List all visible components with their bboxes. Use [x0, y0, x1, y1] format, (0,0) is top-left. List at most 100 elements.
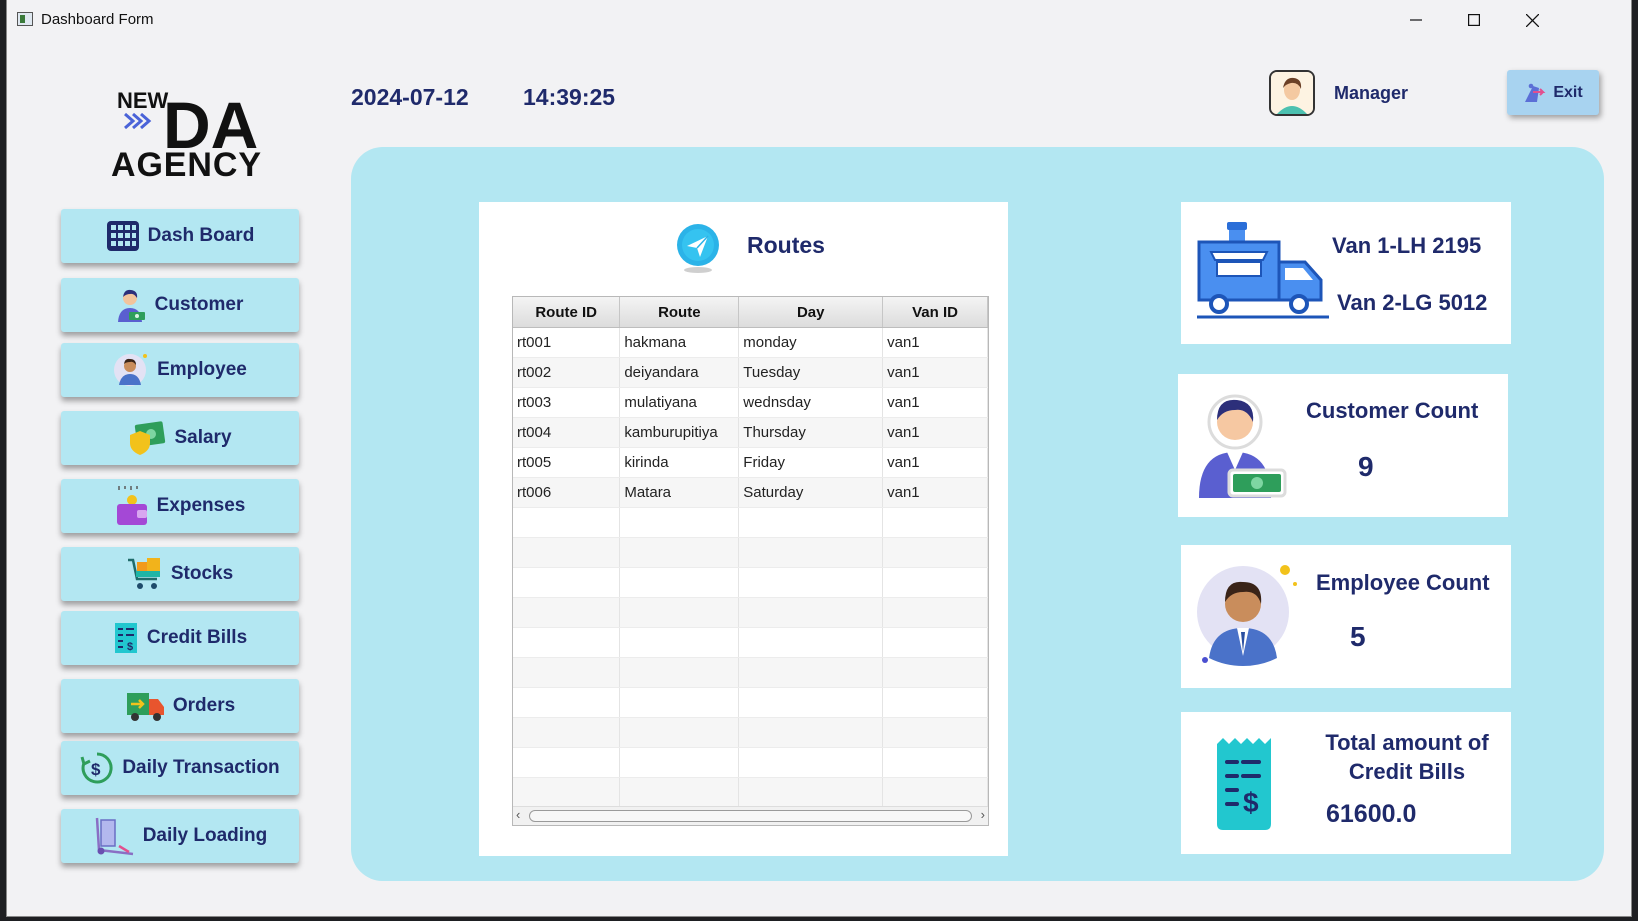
scroll-right-icon[interactable]: › [981, 807, 985, 822]
table-cell: rt004 [513, 417, 621, 448]
van-2-label: Van 2-LG 5012 [1337, 290, 1488, 315]
nav-label: Customer [154, 294, 244, 315]
empty-row [513, 537, 988, 568]
table-cell: hakmana [619, 327, 740, 358]
empty-row [513, 597, 988, 628]
nav-daily-loading-button[interactable]: Daily Loading [61, 809, 299, 863]
employee-count-icon [1195, 560, 1301, 675]
cart-icon [127, 558, 160, 589]
scroll-left-icon[interactable]: ‹ [516, 807, 520, 822]
table-row[interactable]: rt004 kamburupitiya Thursday van1 [513, 417, 988, 448]
salary-icon [130, 421, 166, 455]
logo-agency-text: AGENCY [111, 146, 261, 180]
column-header[interactable]: Day [738, 297, 884, 328]
table-row[interactable]: rt001 hakmana monday van1 [513, 327, 988, 358]
employee-icon [114, 354, 148, 386]
table-cell: Matara [619, 477, 740, 508]
nav-daily-transaction-button[interactable]: $ Daily Transaction [61, 741, 299, 795]
wallet-icon [116, 486, 147, 525]
logo-new-text: NEW [117, 88, 169, 113]
nav-dashboard-button[interactable]: Dash Board [61, 209, 299, 263]
customer-count-label: Customer Count [1306, 398, 1479, 423]
routes-table: Route ID Route Day Van ID rt001 hakmana … [512, 296, 989, 826]
truck-icon [126, 693, 164, 721]
close-icon [1525, 13, 1539, 27]
table-cell: van1 [882, 357, 988, 388]
window-title: Dashboard Form [41, 11, 154, 28]
table-cell: monday [738, 327, 884, 358]
table-cell: van1 [882, 477, 988, 508]
nav-label: Daily Loading [142, 825, 268, 846]
app-icon [17, 12, 33, 26]
table-row[interactable]: rt002 deiyandara Tuesday van1 [513, 357, 988, 388]
svg-text:$: $ [91, 760, 101, 779]
nav-expenses-button[interactable]: Expenses [61, 479, 299, 533]
nav-label: Employee [157, 359, 247, 380]
table-cell: wednsday [738, 387, 884, 418]
minimize-icon [1410, 19, 1422, 21]
empty-row [513, 567, 988, 598]
current-time: 14:39:25 [523, 84, 616, 110]
credit-bills-label-line1: Total amount of [1325, 730, 1489, 755]
table-cell: rt003 [513, 387, 621, 418]
column-header[interactable]: Route [619, 297, 740, 328]
empty-row [513, 507, 988, 538]
dollar-cycle-icon: $ [80, 752, 113, 784]
credit-bills-label: Total amount of Credit Bills [1317, 728, 1497, 786]
table-cell: rt001 [513, 327, 621, 358]
scrollbar-thumb[interactable] [529, 810, 972, 822]
column-header[interactable]: Van ID [882, 297, 988, 328]
table-cell: rt006 [513, 477, 621, 508]
nav-label: Orders [172, 695, 236, 716]
table-cell: deiyandara [619, 357, 740, 388]
table-cell: rt002 [513, 357, 621, 388]
grid-icon [106, 221, 139, 251]
nav-customer-button[interactable]: Customer [61, 278, 299, 332]
empty-row [513, 657, 988, 688]
manager-avatar-icon [1271, 72, 1313, 114]
empty-row [513, 747, 988, 778]
table-cell: van1 [882, 327, 988, 358]
nav-stocks-button[interactable]: Stocks [61, 547, 299, 601]
nav-label: Salary [174, 427, 232, 448]
table-row[interactable]: rt003 mulatiyana wednsday van1 [513, 387, 988, 418]
nav-orders-button[interactable]: Orders [61, 679, 299, 733]
routes-title: Routes [747, 232, 825, 258]
hand-truck-icon [95, 817, 133, 856]
table-row[interactable]: rt006 Matara Saturday van1 [513, 477, 988, 508]
employee-count-label: Employee Count [1316, 570, 1490, 595]
horizontal-scrollbar[interactable]: ‹ › [513, 806, 988, 825]
food-truck-icon [1197, 222, 1329, 327]
van-1-label: Van 1-LH 2195 [1332, 233, 1482, 258]
maximize-button[interactable] [1445, 0, 1503, 40]
routes-paper-plane-icon [675, 224, 721, 279]
table-cell: Friday [738, 447, 884, 478]
table-cell: van1 [882, 387, 988, 418]
nav-employee-button[interactable]: Employee [61, 343, 299, 397]
svg-text:$: $ [127, 641, 133, 653]
dashboard-window: Dashboard Form NEW DA AGENCY 2024-07-12 … [6, 0, 1632, 917]
empty-row [513, 627, 988, 658]
credit-bills-value: 61600.0 [1326, 800, 1417, 828]
employee-count-value: 5 [1350, 621, 1366, 652]
nav-label: Dash Board [147, 225, 255, 246]
close-button[interactable] [1503, 0, 1561, 40]
bill-icon: $ [114, 623, 137, 653]
nav-salary-button[interactable]: Salary [61, 411, 299, 465]
table-cell: kamburupitiya [619, 417, 740, 448]
nav-credit-bills-button[interactable]: $ Credit Bills [61, 611, 299, 665]
company-logo: NEW DA AGENCY [111, 80, 271, 184]
nav-label: Credit Bills [146, 627, 248, 648]
minimize-button[interactable] [1387, 0, 1445, 40]
empty-row [513, 777, 988, 808]
table-row[interactable]: rt005 kirinda Friday van1 [513, 447, 988, 478]
exit-icon [1525, 83, 1546, 102]
table-cell: van1 [882, 447, 988, 478]
maximize-icon [1468, 14, 1480, 26]
column-header[interactable]: Route ID [513, 297, 621, 328]
exit-button[interactable]: Exit [1507, 70, 1599, 115]
manager-avatar [1269, 70, 1315, 116]
title-bar: Dashboard Form [7, 0, 1631, 40]
credit-bill-icon: $ [1215, 738, 1273, 835]
exit-label: Exit [1553, 83, 1583, 101]
